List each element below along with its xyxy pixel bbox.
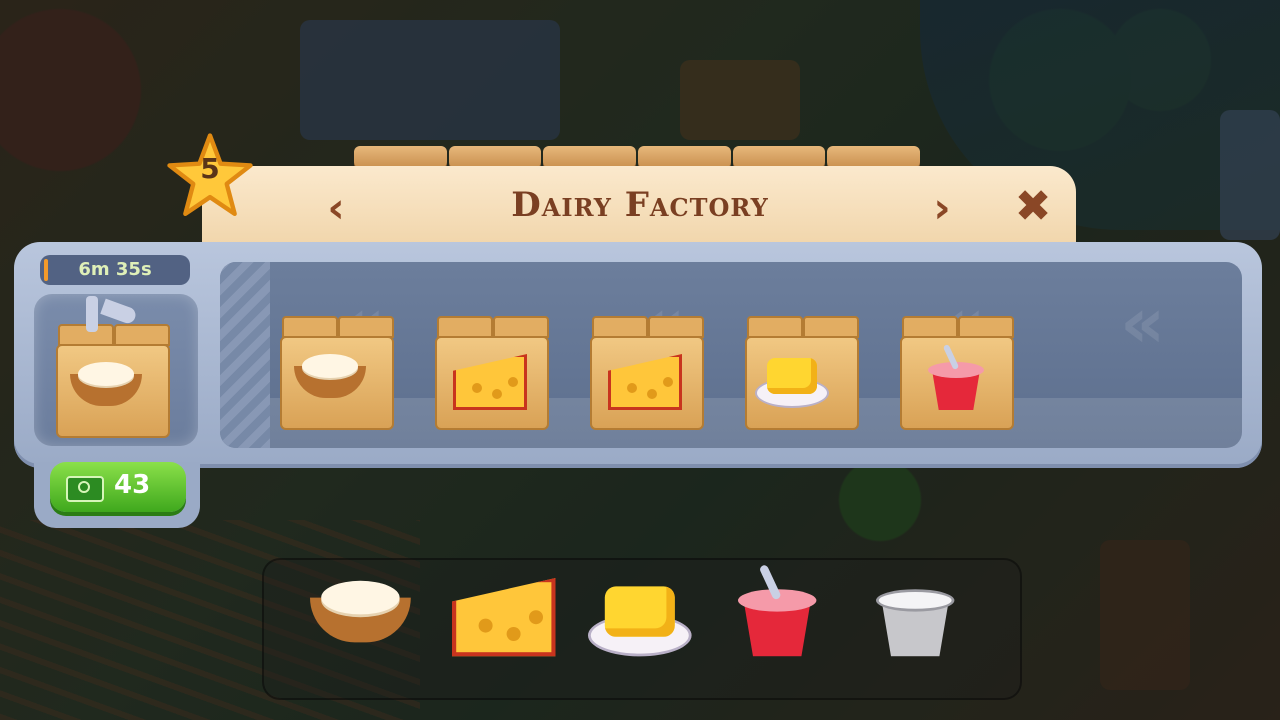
queue-wall bbox=[220, 262, 270, 448]
robot-arm-icon bbox=[78, 296, 138, 336]
cream-icon bbox=[70, 360, 142, 406]
close-icon: ✖ bbox=[1014, 181, 1052, 232]
timer-progress bbox=[44, 259, 48, 281]
current-item-box bbox=[56, 324, 172, 440]
cheese-icon bbox=[608, 354, 682, 410]
product-locked-yogurt[interactable] bbox=[876, 578, 986, 678]
close-button[interactable]: ✖ bbox=[1012, 185, 1054, 229]
butter-icon bbox=[755, 352, 829, 408]
queue-slot[interactable] bbox=[745, 316, 861, 432]
empty-cup-icon bbox=[876, 578, 955, 656]
cheese-icon bbox=[452, 578, 556, 657]
next-building-button[interactable]: › bbox=[922, 186, 962, 230]
cream-icon bbox=[310, 578, 411, 643]
product-cream[interactable] bbox=[310, 578, 420, 678]
speed-up-button[interactable]: 43 bbox=[50, 462, 186, 512]
cheese-icon bbox=[453, 354, 527, 410]
cash-icon bbox=[66, 476, 104, 502]
chevron-right-icon: › bbox=[933, 183, 951, 232]
level-number: 5 bbox=[200, 152, 220, 185]
yogurt-icon bbox=[738, 563, 817, 656]
butter-icon bbox=[588, 578, 692, 657]
yogurt-icon bbox=[928, 343, 984, 410]
cream-icon bbox=[294, 352, 366, 398]
header-planks bbox=[354, 146, 921, 168]
product-cheese[interactable] bbox=[452, 578, 562, 678]
chevron-left-icon: ‹ bbox=[327, 183, 345, 232]
conveyor-arrow-icon: « bbox=[1120, 282, 1166, 364]
production-timer: 6m 35s bbox=[40, 255, 190, 285]
product-yogurt[interactable] bbox=[738, 563, 848, 678]
queue-slot[interactable] bbox=[900, 316, 1016, 432]
queue-slot[interactable] bbox=[435, 316, 551, 432]
queue-slot[interactable] bbox=[590, 316, 706, 432]
previous-building-button[interactable]: ‹ bbox=[316, 186, 356, 230]
queue-slot[interactable] bbox=[280, 316, 396, 432]
product-butter[interactable] bbox=[588, 578, 698, 678]
speed-up-cost: 43 bbox=[114, 470, 151, 500]
